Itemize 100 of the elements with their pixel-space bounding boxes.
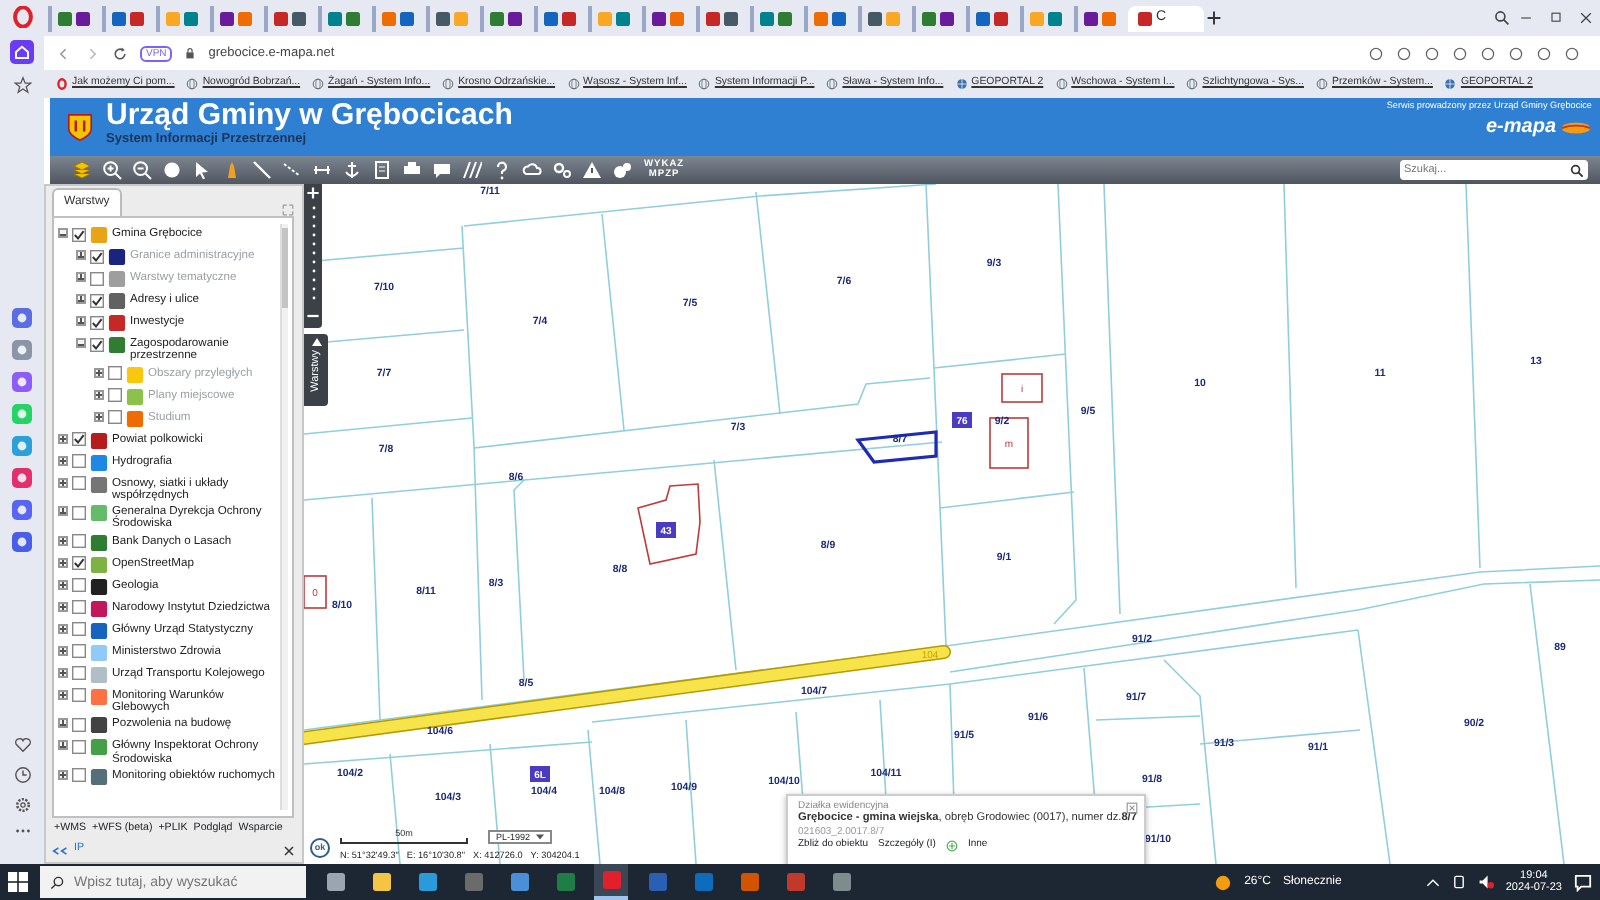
start-icon[interactable] xyxy=(8,872,28,892)
caret-icon xyxy=(536,834,545,840)
expand-toggle[interactable] xyxy=(76,338,86,348)
layer-checkbox[interactable] xyxy=(72,432,86,447)
swoosh-icon xyxy=(1560,119,1592,135)
network-icon[interactable] xyxy=(1451,874,1466,890)
document-icon[interactable] xyxy=(372,160,392,180)
layer-checkbox[interactable] xyxy=(72,688,86,703)
layer-checkbox[interactable] xyxy=(72,739,86,754)
layer-checkbox[interactable] xyxy=(72,644,86,659)
layer-checkbox[interactable] xyxy=(90,293,104,307)
collapse-arrows-icon[interactable] xyxy=(52,845,68,856)
layer-checkbox[interactable] xyxy=(72,717,86,732)
sidebar-app-icon[interactable] xyxy=(12,532,32,552)
expand-toggle[interactable] xyxy=(58,718,68,729)
measure-icon[interactable] xyxy=(312,160,332,180)
taskbar-app[interactable] xyxy=(594,864,628,900)
expand-toggle[interactable] xyxy=(58,228,68,238)
back-icon[interactable] xyxy=(56,45,72,61)
expand-toggle[interactable] xyxy=(58,535,68,546)
zoom-in-icon[interactable] xyxy=(102,160,122,180)
home-icon[interactable] xyxy=(10,40,34,64)
sidebar-app-icon[interactable] xyxy=(12,340,32,360)
expand-toggle[interactable] xyxy=(58,455,68,466)
expand-toggle[interactable] xyxy=(58,601,68,612)
app-icon xyxy=(371,872,391,892)
expand-toggle[interactable] xyxy=(58,477,68,488)
anchor-icon[interactable] xyxy=(342,160,362,180)
pencil-icon[interactable] xyxy=(222,160,242,180)
globe-icon xyxy=(1444,77,1457,90)
settings-icon[interactable] xyxy=(13,796,31,814)
expand-toggle[interactable] xyxy=(58,769,68,780)
layer-checkbox[interactable] xyxy=(72,476,86,491)
expand-toggle[interactable] xyxy=(58,645,68,656)
layer-checkbox[interactable] xyxy=(72,600,86,615)
expand-toggle[interactable] xyxy=(58,623,68,634)
expand-toggle[interactable] xyxy=(58,557,68,568)
hatch-icon[interactable] xyxy=(462,160,482,180)
expand-toggle[interactable] xyxy=(58,689,68,700)
expand-toggle[interactable] xyxy=(58,579,68,590)
layer-checkbox[interactable] xyxy=(72,505,86,520)
zoom-in-icon[interactable] xyxy=(306,186,320,200)
building-outline xyxy=(637,483,701,565)
expand-icon[interactable] xyxy=(1126,802,1138,814)
warning-icon[interactable] xyxy=(582,160,602,180)
expand-toggle[interactable] xyxy=(76,294,86,304)
chevron-up-icon[interactable] xyxy=(1425,875,1440,889)
sun-icon xyxy=(1214,873,1233,891)
volume-icon[interactable] xyxy=(1477,874,1494,890)
line-icon[interactable] xyxy=(252,160,272,180)
notification-icon[interactable] xyxy=(1574,873,1592,891)
app-title: Urząd Gminy w Grębocicach xyxy=(106,100,513,132)
app-icon xyxy=(693,872,713,892)
scrollbar-thumb[interactable] xyxy=(282,228,288,308)
layer-checkbox[interactable] xyxy=(72,534,86,549)
expand-toggle[interactable] xyxy=(58,667,68,678)
search-icon[interactable] xyxy=(1494,10,1510,26)
layer-checkbox[interactable] xyxy=(90,315,104,329)
app-icon xyxy=(463,872,483,892)
chat-icon[interactable] xyxy=(432,160,452,180)
circle-icon[interactable] xyxy=(162,160,182,180)
selected-parcel-outline[interactable] xyxy=(855,430,938,464)
expand-toggle[interactable] xyxy=(58,740,68,751)
emapa-logo[interactable]: e-mapa xyxy=(1485,112,1556,142)
lock-icon xyxy=(184,46,197,60)
star-icon[interactable] xyxy=(13,76,31,94)
add-icon[interactable] xyxy=(945,839,958,852)
print-icon[interactable] xyxy=(402,160,422,180)
layer-checkbox[interactable] xyxy=(72,578,86,593)
expand-toggle[interactable] xyxy=(76,316,86,326)
expand-toggle[interactable] xyxy=(58,506,68,517)
path-icon[interactable] xyxy=(282,160,302,180)
layer-checkbox[interactable] xyxy=(72,768,86,783)
layer-checkbox[interactable] xyxy=(72,556,86,571)
cloud-icon[interactable] xyxy=(522,160,542,180)
layer-checkbox[interactable] xyxy=(72,622,86,637)
layer-checkbox[interactable] xyxy=(90,337,104,351)
search-icon[interactable] xyxy=(50,875,64,889)
sidebar-app-icon[interactable] xyxy=(12,500,32,520)
layer-checkbox[interactable] xyxy=(72,666,86,681)
search-icon[interactable] xyxy=(1570,163,1584,177)
layer-checkbox[interactable] xyxy=(72,454,86,469)
sidebar-app-icon[interactable] xyxy=(12,308,32,328)
layers-icon[interactable] xyxy=(72,160,92,180)
more-icon[interactable] xyxy=(13,826,31,836)
clock-icon[interactable] xyxy=(13,766,31,784)
app-icon xyxy=(601,870,621,890)
pointer-icon[interactable] xyxy=(192,160,212,180)
gears-icon[interactable] xyxy=(552,160,572,180)
help-icon[interactable] xyxy=(492,160,512,180)
layer-checkbox[interactable] xyxy=(72,227,86,241)
reload-icon[interactable] xyxy=(112,45,128,61)
zoom-out-icon[interactable] xyxy=(306,312,320,320)
close-icon[interactable] xyxy=(284,845,294,856)
zoom-out-icon[interactable] xyxy=(132,160,152,180)
new-tab-icon[interactable] xyxy=(1206,10,1222,26)
cloud-data-icon[interactable] xyxy=(612,160,632,180)
sidebar-app-icon[interactable] xyxy=(12,372,32,392)
expand-toggle[interactable] xyxy=(58,433,68,444)
sidebar-app-icon[interactable] xyxy=(12,468,32,488)
